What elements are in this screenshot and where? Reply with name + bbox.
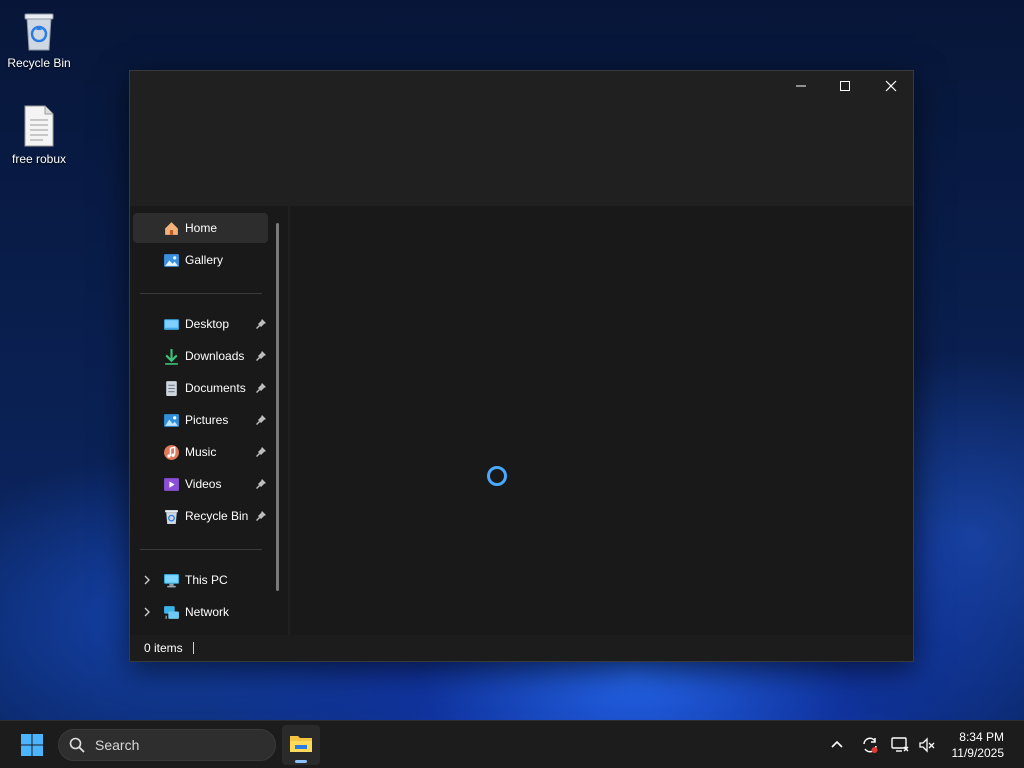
music-icon <box>164 444 179 460</box>
status-bar: 0 items <box>130 635 913 661</box>
folder-icon <box>290 736 312 752</box>
navigation-pane[interactable]: Home Gallery Desktop Downloads Documents… <box>130 206 288 636</box>
title-bar[interactable] <box>130 71 913 206</box>
file-explorer-window: Home Gallery Desktop Downloads Documents… <box>129 70 914 662</box>
desktop-icon-label: free robux <box>11 152 67 166</box>
maximize-button[interactable] <box>822 71 868 101</box>
sidebar-item-label: Home <box>185 221 218 235</box>
pin-icon <box>256 447 266 457</box>
clock-time: 8:34 PM <box>959 730 1004 744</box>
sidebar-item-desktop[interactable]: Desktop <box>133 309 268 339</box>
videos-icon <box>164 477 179 491</box>
taskbar-file-explorer-button[interactable] <box>282 725 320 765</box>
home-icon <box>165 221 178 235</box>
sidebar-item-label: Videos <box>185 477 222 491</box>
sidebar-item-network[interactable]: Network <box>133 597 268 627</box>
pin-icon <box>256 319 266 329</box>
taskbar-search-box[interactable]: Search <box>58 729 276 761</box>
pin-icon <box>256 479 266 489</box>
file-list-area[interactable] <box>290 206 913 636</box>
pin-icon <box>256 415 266 425</box>
taskbar-clock[interactable]: 8:34 PM 11/9/2025 <box>952 729 1005 761</box>
pin-icon <box>256 511 266 521</box>
close-button[interactable] <box>868 71 914 101</box>
sidebar-item-label: This PC <box>185 573 228 587</box>
show-hidden-icons-chevron-up-icon[interactable] <box>827 735 847 755</box>
maximize-icon <box>840 81 850 91</box>
sidebar-item-gallery[interactable]: Gallery <box>133 245 268 275</box>
item-count: 0 items <box>144 641 183 655</box>
taskbar: Search 8:34 PM 11/9/2025 <box>0 720 1024 768</box>
desktop-icon-free-robux[interactable]: free robux <box>0 104 78 166</box>
desktop-icon-recycle-bin[interactable]: Recycle Bin <box>0 8 78 70</box>
documents-icon <box>166 380 177 396</box>
sidebar-item-downloads[interactable]: Downloads <box>133 341 268 371</box>
chevron-right-icon[interactable] <box>142 575 152 585</box>
text-file-icon <box>19 104 59 148</box>
minimize-icon <box>796 85 806 87</box>
volume-muted-icon[interactable] <box>917 735 937 755</box>
sidebar-divider <box>140 549 262 550</box>
search-placeholder: Search <box>95 737 140 753</box>
sidebar-item-documents[interactable]: Documents <box>133 373 268 403</box>
loading-spinner-icon <box>487 466 507 486</box>
gallery-icon <box>164 253 179 267</box>
running-indicator <box>295 760 307 763</box>
sidebar-item-videos[interactable]: Videos <box>133 469 268 499</box>
close-icon <box>885 80 897 92</box>
sidebar-item-label: Downloads <box>185 349 245 363</box>
start-button[interactable] <box>20 733 44 757</box>
downloads-icon <box>165 348 178 365</box>
recycle-bin-icon <box>165 509 178 524</box>
sidebar-item-label: Pictures <box>185 413 229 427</box>
sidebar-item-home[interactable]: Home <box>133 213 268 243</box>
chevron-right-icon[interactable] <box>142 607 152 617</box>
minimize-button[interactable] <box>778 71 824 101</box>
pin-icon <box>256 351 266 361</box>
sidebar-item-label: Network <box>185 605 230 619</box>
recycle-bin-icon <box>19 8 59 52</box>
desktop-folder-icon <box>164 318 179 330</box>
sidebar-item-label: Gallery <box>185 253 224 267</box>
sidebar-item-label: Recycle Bin <box>185 509 249 523</box>
search-icon <box>69 737 85 753</box>
sidebar-scrollbar[interactable] <box>276 223 279 591</box>
sidebar-divider <box>140 293 262 294</box>
pictures-icon <box>164 413 179 427</box>
clock-date: 11/9/2025 <box>951 746 1005 760</box>
this-pc-icon <box>164 573 179 587</box>
desktop-icon-label: Recycle Bin <box>7 56 71 70</box>
status-separator <box>192 642 194 654</box>
sidebar-item-music[interactable]: Music <box>133 437 268 467</box>
sidebar-item-label: Music <box>185 445 217 459</box>
sidebar-item-pictures[interactable]: Pictures <box>133 405 268 435</box>
pin-icon <box>256 383 266 393</box>
sidebar-item-this-pc[interactable]: This PC <box>133 565 268 595</box>
sidebar-item-recycle-bin[interactable]: Recycle Bin <box>133 501 268 531</box>
network-icon <box>164 605 179 619</box>
sidebar-item-label: Documents <box>185 381 246 395</box>
sidebar-item-label: Desktop <box>185 317 230 331</box>
sync-icon[interactable] <box>860 735 880 755</box>
network-status-icon[interactable] <box>890 735 910 755</box>
